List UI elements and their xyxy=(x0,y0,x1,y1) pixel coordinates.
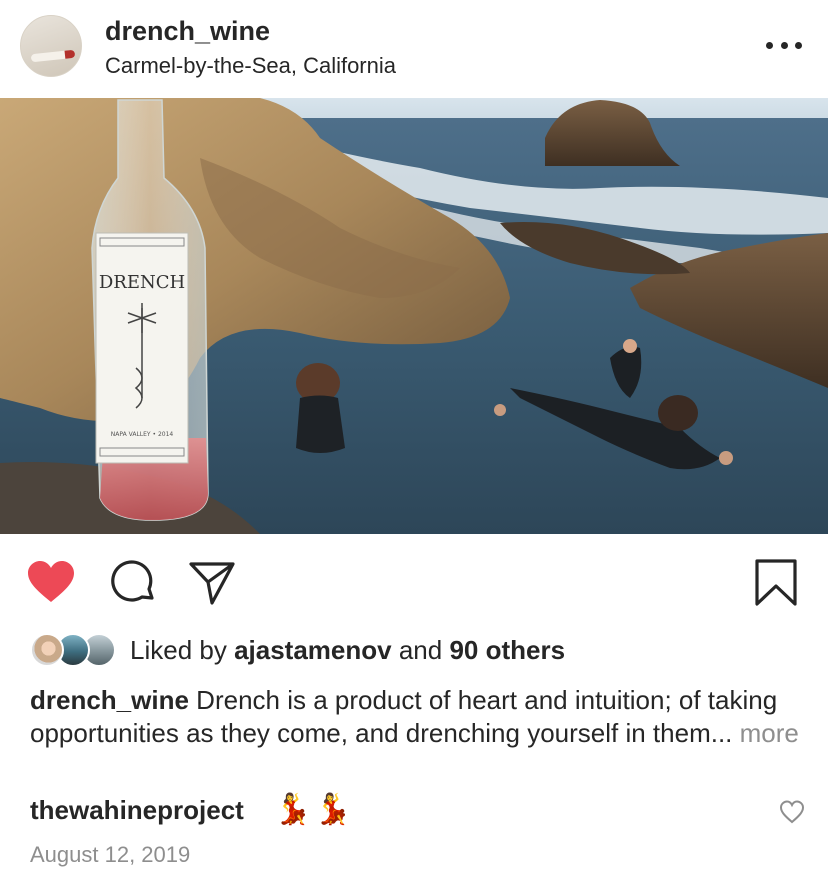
post-caption: drench_wine Drench is a product of heart… xyxy=(30,684,800,750)
heart-icon[interactable] xyxy=(26,560,76,604)
more-options-icon[interactable] xyxy=(766,30,802,60)
comment-row: thewahineproject 💃 💃 xyxy=(30,792,805,832)
share-icon[interactable] xyxy=(188,560,236,606)
bottle-label-brand: DRENCH xyxy=(99,272,185,293)
liker-username[interactable]: ajastamenov xyxy=(234,635,392,665)
post-photo-image: DRENCH NAPA VALLEY • 2014 xyxy=(0,98,828,534)
liker-avatar[interactable] xyxy=(30,633,64,667)
likes-summary: Liked by ajastamenov and 90 others xyxy=(30,630,810,670)
likes-prefix: Liked by xyxy=(130,635,227,665)
post-username[interactable]: drench_wine xyxy=(105,16,270,47)
dancer-emoji: 💃 xyxy=(274,793,312,826)
post-location[interactable]: Carmel-by-the-Sea, California xyxy=(105,53,396,79)
heart-outline-icon[interactable] xyxy=(779,800,805,829)
avatar-bottle-graphic xyxy=(30,49,76,63)
post-date: August 12, 2019 xyxy=(30,842,191,867)
comment-icon[interactable] xyxy=(108,560,156,606)
post-photo[interactable]: DRENCH NAPA VALLEY • 2014 xyxy=(0,98,828,534)
caption-more-link[interactable]: more xyxy=(740,718,799,748)
caption-username[interactable]: drench_wine xyxy=(30,685,189,715)
dancer-emoji: 💃 xyxy=(314,793,352,826)
likes-others-count[interactable]: 90 others xyxy=(449,635,565,665)
bottle-label-subtext: NAPA VALLEY • 2014 xyxy=(111,431,174,438)
bookmark-icon[interactable] xyxy=(754,558,798,608)
action-bar xyxy=(0,534,828,630)
likes-connector: and xyxy=(398,635,443,665)
comment-username[interactable]: thewahineproject xyxy=(30,795,244,826)
avatar[interactable] xyxy=(20,15,82,77)
post-header: drench_wine Carmel-by-the-Sea, Californi… xyxy=(0,0,828,98)
likes-text[interactable]: Liked by ajastamenov and 90 others xyxy=(130,635,565,666)
